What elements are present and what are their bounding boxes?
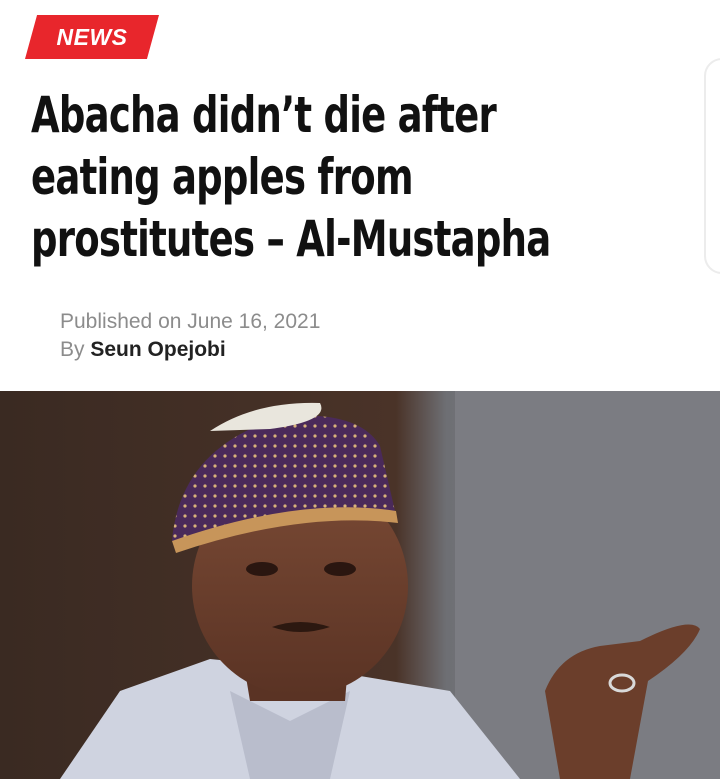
portrait-illustration <box>0 391 720 779</box>
author-link[interactable]: Seun Opejobi <box>90 338 225 361</box>
headline-line-2: eating apples from <box>31 148 413 206</box>
article-meta: Published on June 16, 2021 By Seun Opejo… <box>60 308 320 364</box>
article-photo <box>0 391 720 779</box>
byline: By Seun Opejobi <box>60 336 320 364</box>
published-line: Published on June 16, 2021 <box>60 308 320 336</box>
article-headline: Abacha didn’t die after eating apples fr… <box>31 84 551 270</box>
category-badge[interactable]: NEWS <box>25 15 159 59</box>
headline-line-3: prostitutes – Al-Mustapha <box>31 210 551 268</box>
published-date: June 16, 2021 <box>187 310 321 333</box>
headline-line-1: Abacha didn’t die after <box>31 86 497 144</box>
byline-prefix: By <box>60 338 85 361</box>
published-prefix: Published on <box>60 310 182 333</box>
side-panel-edge[interactable] <box>704 58 720 274</box>
category-label: NEWS <box>56 23 128 50</box>
